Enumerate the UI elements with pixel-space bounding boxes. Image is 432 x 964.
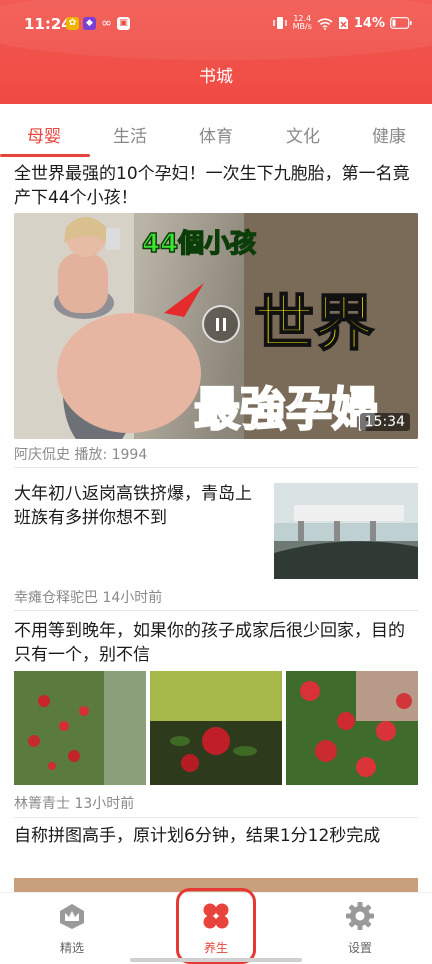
article-image-3 <box>286 671 418 785</box>
status-bar: 11:24 ✿ ◆ ∞ ▣ 12.4 MB/s 14% <box>0 0 432 50</box>
nav-label: 设置 <box>347 941 372 955</box>
article-title: 大年初八返岗高铁挤爆，青岛上班族有多拼你想不到 <box>14 484 252 528</box>
article-feed[interactable]: 全世界最强的10个孕妇！一次生下九胞胎，第一名竟产下44个小孩！ 44個小孩 世… <box>0 160 432 892</box>
article-card-partial[interactable]: 自称拼图高手，原计划6分钟，结果1分12秒完成 <box>0 818 432 892</box>
article-meta: 幸瘫仓释驼巴 14小时前 <box>14 590 163 606</box>
active-nav-highlight <box>176 888 256 964</box>
home-indicator[interactable] <box>130 958 302 962</box>
notification-icons: ✿ ◆ ∞ ▣ <box>66 17 130 30</box>
nav-label: 精选 <box>59 941 84 955</box>
overlay-text-strongest: 最強孕婦 <box>193 381 379 437</box>
app-notification-icon: ◆ <box>83 17 96 30</box>
category-tabs: 母婴 生活 体育 文化 健康 <box>0 104 432 160</box>
tab-shenghuo[interactable]: 生活 <box>100 122 160 147</box>
battery-icon <box>390 17 412 29</box>
tab-tiyu[interactable]: 体育 <box>186 122 246 147</box>
article-title: 自称拼图高手，原计划6分钟，结果1分12秒完成 <box>14 826 381 846</box>
article-thumbnail <box>274 483 418 579</box>
battery-percentage: 14% <box>353 15 385 31</box>
nav-shezhi[interactable]: 设置 <box>320 901 400 956</box>
wifi-icon <box>317 17 333 30</box>
tab-muying[interactable]: 母婴 <box>14 122 74 147</box>
tab-jiankang[interactable]: 健康 <box>359 122 419 147</box>
article-title: 不用等到晚年，如果你的孩子成家后很少回家，目的只有一个，别不信 <box>14 621 405 665</box>
article-card-video[interactable]: 全世界最强的10个孕妇！一次生下九胞胎，第一名竟产下44个小孩！ 44個小孩 世… <box>0 160 432 468</box>
crown-icon <box>60 904 84 929</box>
app-notification-icon: ∞ <box>101 16 112 31</box>
article-meta: 阿庆侃史 播放: 1994 <box>14 447 148 463</box>
nav-jingxuan[interactable]: 精选 <box>32 901 112 956</box>
page-title: 书城 <box>199 67 233 87</box>
network-speed-unit: MB/s <box>292 22 312 31</box>
status-time: 11:24 <box>24 15 72 33</box>
article-card-single-image[interactable]: 大年初八返岗高铁挤爆，青岛上班族有多拼你想不到 幸瘫仓释驼巴 14小时前 <box>0 468 432 610</box>
system-indicators: 12.4 MB/s 14% <box>272 15 412 31</box>
network-speed: 12.4 MB/s <box>293 15 312 31</box>
vibrate-icon <box>272 17 287 29</box>
overlay-text-world: 世界 <box>253 288 375 360</box>
app-notification-icon: ▣ <box>117 17 130 30</box>
active-tab-indicator <box>0 154 90 157</box>
article-title: 全世界最强的10个孕妇！一次生下九胞胎，第一名竟产下44个小孩！ <box>14 164 410 208</box>
video-duration: 15:34 <box>359 413 410 431</box>
article-meta: 林箐青士 13小时前 <box>14 796 135 812</box>
article-image-1 <box>14 671 146 785</box>
pause-button[interactable] <box>202 305 240 343</box>
overlay-text-44: 44個小孩 <box>141 228 257 260</box>
tab-wenhua[interactable]: 文化 <box>273 122 333 147</box>
gear-icon <box>346 902 374 930</box>
video-thumbnail[interactable]: 44個小孩 世界 最強孕婦 15:34 <box>14 213 418 439</box>
article-card-three-images[interactable]: 不用等到晚年，如果你的孩子成家后很少回家，目的只有一个，别不信 林箐青士 13小… <box>0 611 432 816</box>
article-image-2 <box>150 671 282 785</box>
no-sim-icon <box>338 17 348 29</box>
app-header: 11:24 ✿ ◆ ∞ ▣ 12.4 MB/s 14% 书城 <box>0 0 432 104</box>
app-notification-icon: ✿ <box>66 17 79 30</box>
